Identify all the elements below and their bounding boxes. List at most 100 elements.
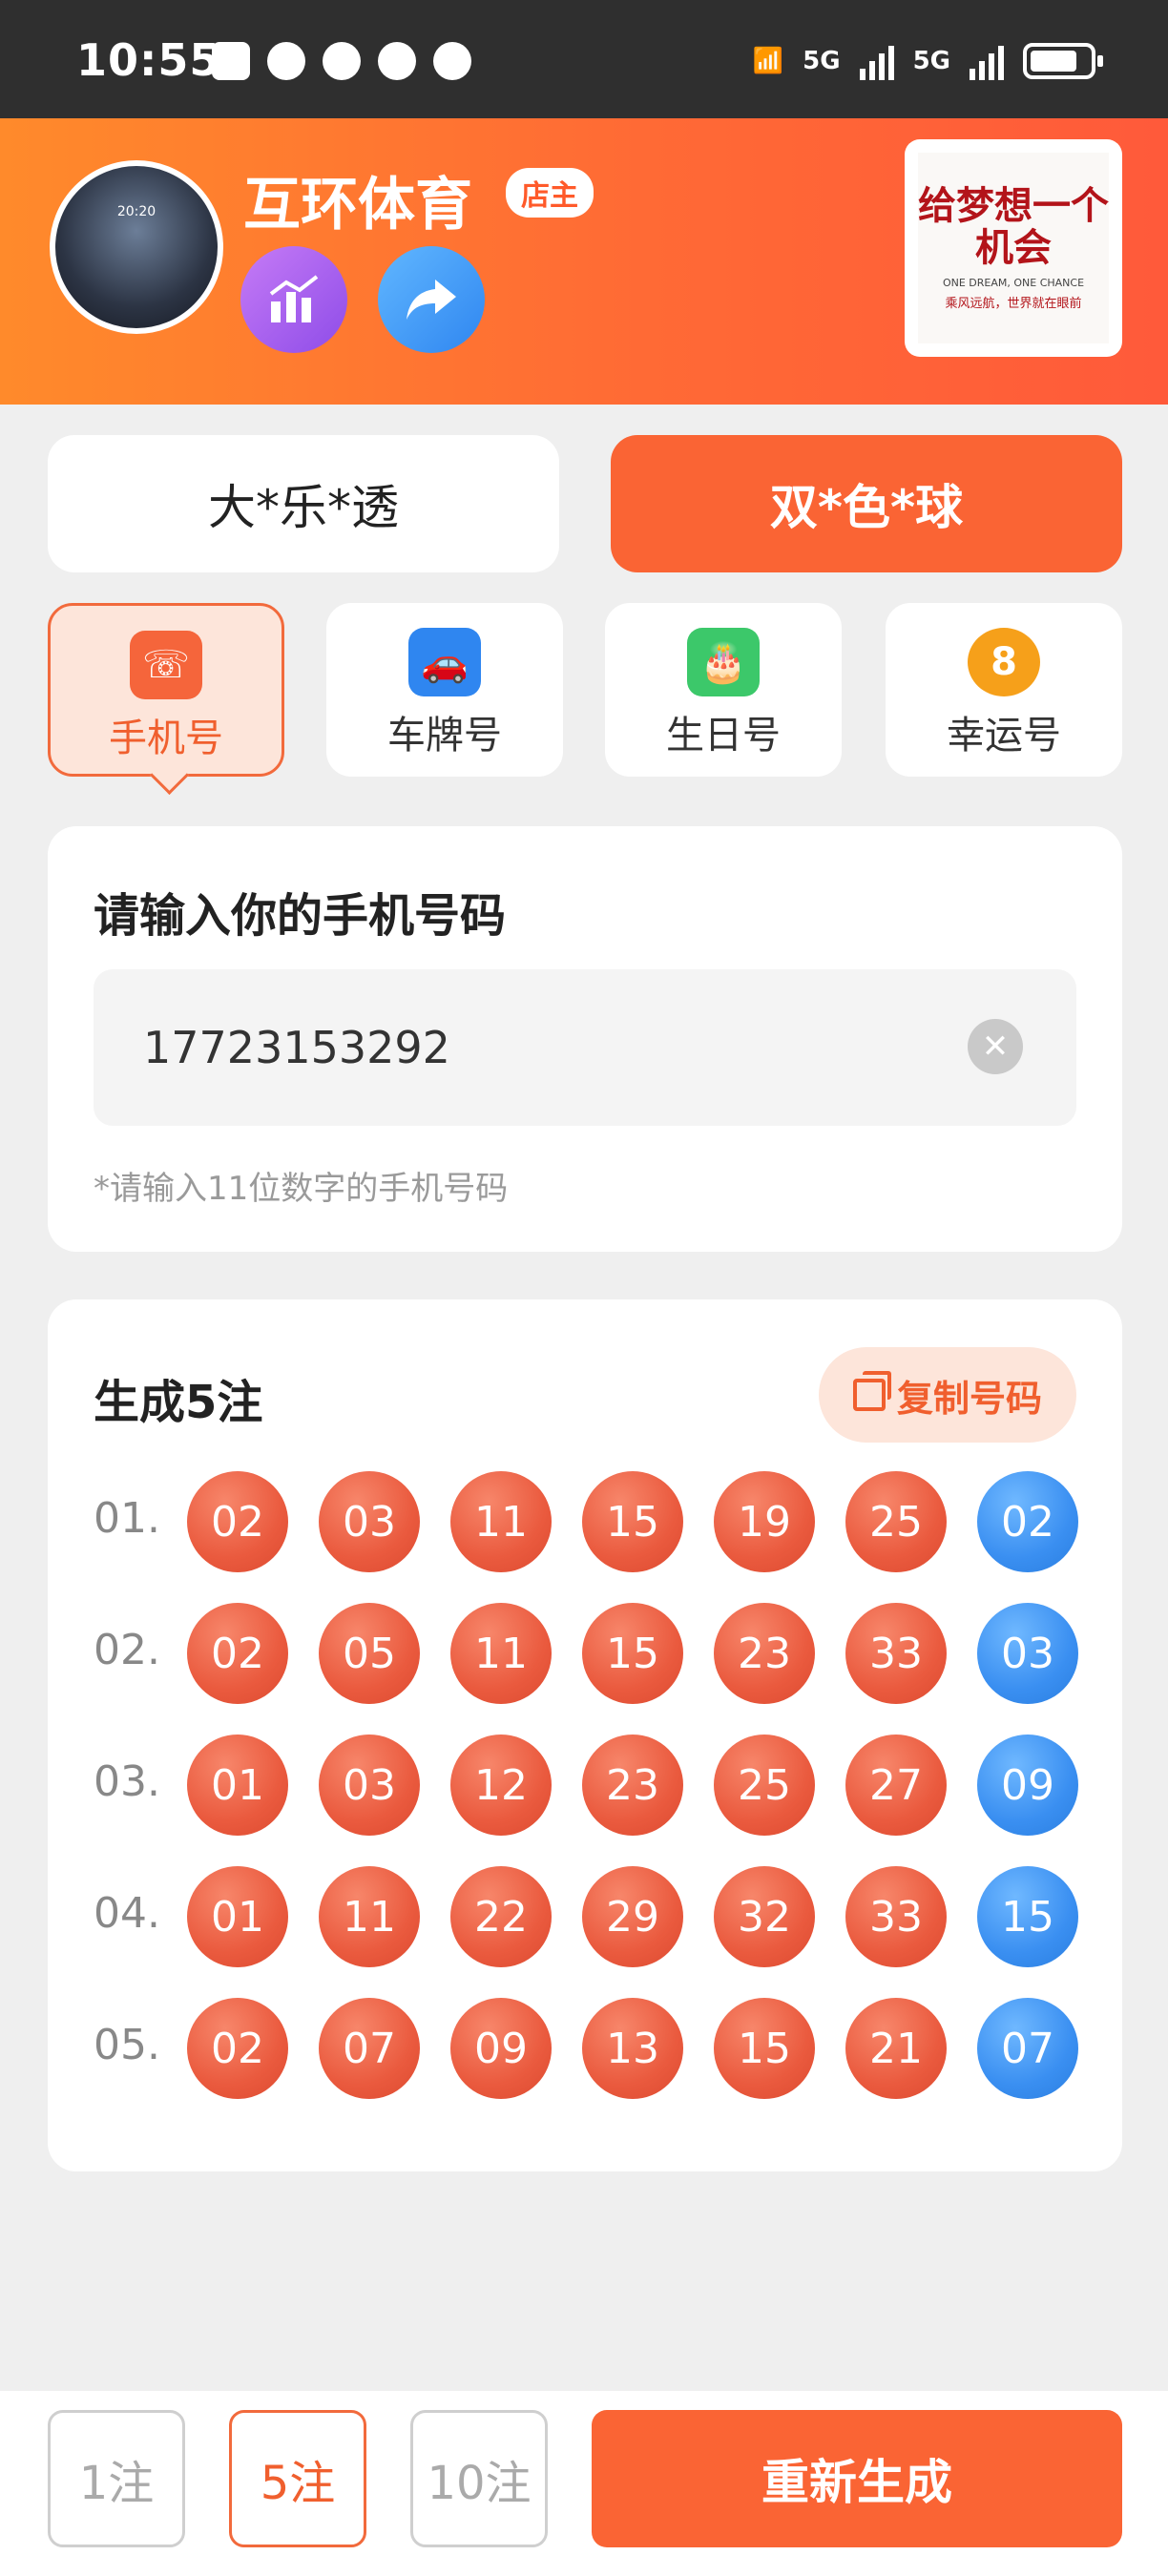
row-index: 02. bbox=[94, 1626, 160, 1674]
mode-tab-label: 生日号 bbox=[666, 714, 781, 758]
share-button[interactable] bbox=[378, 246, 485, 353]
input-card-title: 请输入你的手机号码 bbox=[94, 889, 507, 943]
red-ball: 03 bbox=[319, 1735, 420, 1836]
copy-button-label: 复制号码 bbox=[896, 1377, 1042, 1420]
phone-icon: ☏ bbox=[130, 631, 202, 699]
red-ball: 33 bbox=[845, 1603, 947, 1704]
tab-daletou[interactable]: 大*乐*透 bbox=[48, 435, 559, 572]
red-ball: 19 bbox=[714, 1471, 815, 1572]
app-notification-icon bbox=[267, 42, 305, 80]
number-row: 05. 02 07 09 13 15 21 07 bbox=[94, 1998, 1078, 2129]
mode-tab-label: 车牌号 bbox=[387, 714, 502, 758]
signal-bars-icon bbox=[970, 42, 1004, 80]
number-row: 02. 02 05 11 15 23 33 03 bbox=[94, 1603, 1078, 1735]
blue-ball: 15 bbox=[977, 1866, 1078, 1967]
logo-slogan: 给梦想一个机会 bbox=[918, 183, 1109, 270]
red-ball: 15 bbox=[582, 1603, 683, 1704]
count-option-5[interactable]: 5注 bbox=[229, 2410, 366, 2547]
red-ball: 11 bbox=[450, 1603, 552, 1704]
shop-logo[interactable]: 给梦想一个机会 ONE DREAM, ONE CHANCE 乘风远航，世界就在眼… bbox=[905, 139, 1122, 357]
signal-5g-label-2: 5G bbox=[912, 47, 950, 75]
red-ball: 03 bbox=[319, 1471, 420, 1572]
red-ball: 02 bbox=[187, 1603, 288, 1704]
red-ball: 11 bbox=[450, 1471, 552, 1572]
red-ball: 11 bbox=[319, 1866, 420, 1967]
red-ball: 25 bbox=[714, 1735, 815, 1836]
red-ball: 23 bbox=[582, 1735, 683, 1836]
wechat-icon bbox=[378, 42, 416, 80]
mode-tab-phone[interactable]: ☏ 手机号 bbox=[48, 603, 284, 777]
count-option-10[interactable]: 10注 bbox=[410, 2410, 548, 2547]
row-index: 05. bbox=[94, 2021, 160, 2069]
red-ball: 02 bbox=[187, 1471, 288, 1572]
shop-avatar[interactable]: 20:20 bbox=[50, 160, 223, 334]
wifi-icon: 📶 bbox=[752, 47, 784, 75]
red-ball: 07 bbox=[319, 1998, 420, 2099]
wechat-icon bbox=[323, 42, 361, 80]
results-title: 生成5注 bbox=[94, 1376, 263, 1429]
red-ball: 12 bbox=[450, 1735, 552, 1836]
copy-icon bbox=[852, 1371, 891, 1411]
blue-ball: 07 bbox=[977, 1998, 1078, 2099]
phone-input-card: 请输入你的手机号码 ✕ *请输入11位数字的手机号码 bbox=[48, 826, 1122, 1252]
car-icon: 🚗 bbox=[408, 628, 481, 696]
share-arrow-icon bbox=[407, 280, 456, 320]
shop-header: 20:20 互环体育 店主 给梦想一个机会 ONE DREAM, ONE CHA… bbox=[0, 118, 1168, 405]
logo-image: 给梦想一个机会 ONE DREAM, ONE CHANCE 乘风远航，世界就在眼… bbox=[918, 153, 1109, 343]
notification-icons bbox=[212, 42, 471, 80]
regenerate-button[interactable]: 重新生成 bbox=[592, 2410, 1122, 2547]
blue-ball: 09 bbox=[977, 1735, 1078, 1836]
mode-tab-lucky[interactable]: 8 幸运号 bbox=[886, 603, 1122, 777]
red-ball: 29 bbox=[582, 1866, 683, 1967]
number-row: 01. 02 03 11 15 19 25 02 bbox=[94, 1471, 1078, 1603]
mode-tab-birthday[interactable]: 🎂 生日号 bbox=[605, 603, 842, 777]
red-ball: 23 bbox=[714, 1603, 815, 1704]
row-index: 04. bbox=[94, 1889, 160, 1938]
red-ball: 22 bbox=[450, 1866, 552, 1967]
number-row: 04. 01 11 22 29 32 33 15 bbox=[94, 1866, 1078, 1998]
blue-ball: 02 bbox=[977, 1471, 1078, 1572]
results-card: 生成5注 复制号码 01. 02 03 11 15 19 25 02 02. 02 05 11 15 23… bbox=[48, 1299, 1122, 2171]
cake-icon: 🎂 bbox=[687, 628, 760, 696]
red-ball: 32 bbox=[714, 1866, 815, 1967]
blue-ball: 03 bbox=[977, 1603, 1078, 1704]
stats-button[interactable] bbox=[240, 246, 347, 353]
mode-tab-label: 手机号 bbox=[109, 717, 223, 760]
red-ball: 33 bbox=[845, 1866, 947, 1967]
logo-subtitle: 乘风远航，世界就在眼前 bbox=[945, 297, 1082, 311]
red-ball: 02 bbox=[187, 1998, 288, 2099]
red-ball: 01 bbox=[187, 1735, 288, 1836]
count-option-1[interactable]: 1注 bbox=[48, 2410, 185, 2547]
number-rows: 01. 02 03 11 15 19 25 02 02. 02 05 11 15 23 33 03 03. 01 0… bbox=[94, 1471, 1078, 2129]
red-ball: 27 bbox=[845, 1735, 947, 1836]
red-ball: 15 bbox=[582, 1471, 683, 1572]
row-index: 01. bbox=[94, 1494, 160, 1543]
mode-tab-plate[interactable]: 🚗 车牌号 bbox=[326, 603, 563, 777]
upload-icon bbox=[212, 42, 250, 80]
signal-5g-label-1: 5G bbox=[803, 47, 841, 75]
bottom-bar: 1注 5注 10注 重新生成 bbox=[0, 2391, 1168, 2576]
red-ball: 13 bbox=[582, 1998, 683, 2099]
copy-numbers-button[interactable]: 复制号码 bbox=[819, 1347, 1076, 1443]
system-icons: 📶 5G 5G bbox=[752, 42, 1103, 80]
clear-input-icon[interactable]: ✕ bbox=[968, 1019, 1023, 1074]
status-bar: 10:55 📶 5G 5G bbox=[0, 0, 1168, 118]
signal-bars-icon bbox=[859, 42, 894, 80]
red-ball: 01 bbox=[187, 1866, 288, 1967]
bar-chart-icon bbox=[269, 275, 319, 322]
red-ball: 21 bbox=[845, 1998, 947, 2099]
phone-number-input[interactable] bbox=[94, 969, 1076, 1126]
battery-icon bbox=[1023, 43, 1103, 79]
tab-shuangseqiu[interactable]: 双*色*球 bbox=[611, 435, 1122, 572]
row-index: 03. bbox=[94, 1757, 160, 1806]
logo-english: ONE DREAM, ONE CHANCE bbox=[942, 277, 1085, 289]
message-icon bbox=[433, 42, 471, 80]
status-time: 10:55 bbox=[76, 34, 221, 86]
lucky-eight-icon: 8 bbox=[968, 628, 1040, 696]
red-ball: 15 bbox=[714, 1998, 815, 2099]
input-hint: *请输入11位数字的手机号码 bbox=[94, 1170, 509, 1208]
shop-name: 互环体育 bbox=[243, 172, 472, 239]
mode-tab-label: 幸运号 bbox=[947, 714, 1061, 758]
red-ball: 09 bbox=[450, 1998, 552, 2099]
red-ball: 25 bbox=[845, 1471, 947, 1572]
